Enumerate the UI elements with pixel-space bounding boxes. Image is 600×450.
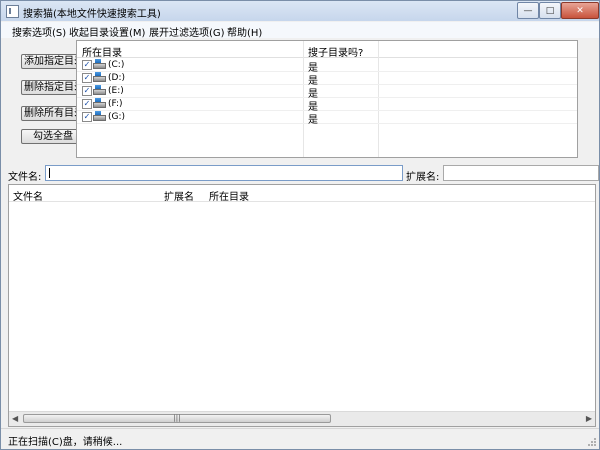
drive-icon (93, 72, 106, 82)
extension-input[interactable] (443, 165, 599, 181)
drive-icon (93, 111, 106, 121)
drive-icon (93, 98, 106, 108)
status-text: 正在扫描(C)盘，请稍候... (8, 437, 123, 448)
results-header: 文件名 扩展名 所在目录 (9, 185, 595, 203)
column-header-extension[interactable]: 扩展名 (164, 188, 194, 203)
filename-label: 文件名: (8, 172, 42, 183)
menu-collapse-dir-settings[interactable]: 收起目录设置(M) (69, 24, 145, 39)
close-button[interactable]: ✕ (561, 2, 599, 19)
drive-label: (C:) (108, 60, 125, 70)
directory-list[interactable]: 所在目录 搜子目录吗? ✓ (C:) 是 ✓ (D:) 是 ✓ (E:) 是 ✓… (76, 40, 578, 158)
filename-input[interactable] (45, 165, 403, 181)
window-title: 搜索猫(本地文件快速搜索工具) (23, 9, 161, 20)
row-checkbox[interactable]: ✓ (82, 60, 92, 70)
row-checkbox[interactable]: ✓ (82, 112, 92, 122)
column-header-filename[interactable]: 文件名 (13, 188, 43, 203)
drive-icon (93, 59, 106, 69)
minimize-button[interactable]: — (517, 2, 539, 19)
row-checkbox[interactable]: ✓ (82, 86, 92, 96)
row-checkbox[interactable]: ✓ (82, 99, 92, 109)
title-bar: 搜索猫(本地文件快速搜索工具) — □ ✕ (1, 1, 599, 21)
text-caret (49, 168, 50, 178)
directory-row[interactable]: ✓ (C:) 是 (77, 59, 577, 74)
close-icon: ✕ (576, 5, 584, 16)
extension-label: 扩展名: (406, 172, 440, 183)
row-checkbox[interactable]: ✓ (82, 73, 92, 83)
app-icon (6, 5, 19, 18)
menu-expand-filter-options[interactable]: 展开过滤选项(G) (149, 24, 225, 39)
menu-help[interactable]: 帮助(H) (227, 24, 262, 39)
search-subdirs-value: 是 (308, 115, 318, 126)
column-header-directory[interactable]: 所在目录 (82, 44, 122, 59)
horizontal-scrollbar[interactable]: ◀ ||| ▶ (9, 411, 595, 426)
menu-bar: 搜索选项(S) 收起目录设置(M) 展开过滤选项(G) 帮助(H) (1, 22, 599, 39)
scroll-right-icon[interactable]: ▶ (586, 414, 592, 423)
drive-label: (D:) (108, 73, 125, 83)
results-list[interactable]: 文件名 扩展名 所在目录 ◀ ||| ▶ (8, 184, 596, 427)
directory-row[interactable]: ✓ (E:) 是 (77, 85, 577, 100)
directory-row[interactable]: ✓ (D:) 是 (77, 72, 577, 87)
drive-label: (G:) (108, 112, 126, 122)
column-header-search-subdirs[interactable]: 搜子目录吗? (308, 44, 363, 59)
directory-list-header: 所在目录 搜子目录吗? (77, 41, 577, 59)
scroll-left-icon[interactable]: ◀ (12, 414, 18, 423)
resize-grip-icon[interactable] (587, 437, 597, 447)
maximize-button[interactable]: □ (539, 2, 561, 19)
drive-icon (93, 85, 106, 95)
scrollbar-thumb[interactable]: ||| (23, 414, 331, 423)
column-header-location[interactable]: 所在目录 (209, 188, 249, 203)
menu-search-options[interactable]: 搜索选项(S) (12, 24, 66, 39)
drive-label: (F:) (108, 99, 123, 109)
drive-label: (E:) (108, 86, 124, 96)
status-bar: 正在扫描(C)盘，请稍候... (1, 428, 599, 449)
minimize-icon: — (523, 5, 533, 16)
app-window: 搜索猫(本地文件快速搜索工具) — □ ✕ 搜索选项(S) 收起目录设置(M) … (0, 0, 600, 450)
directory-row[interactable]: ✓ (G:) 是 (77, 111, 577, 126)
maximize-icon: □ (545, 5, 555, 16)
directory-row[interactable]: ✓ (F:) 是 (77, 98, 577, 113)
